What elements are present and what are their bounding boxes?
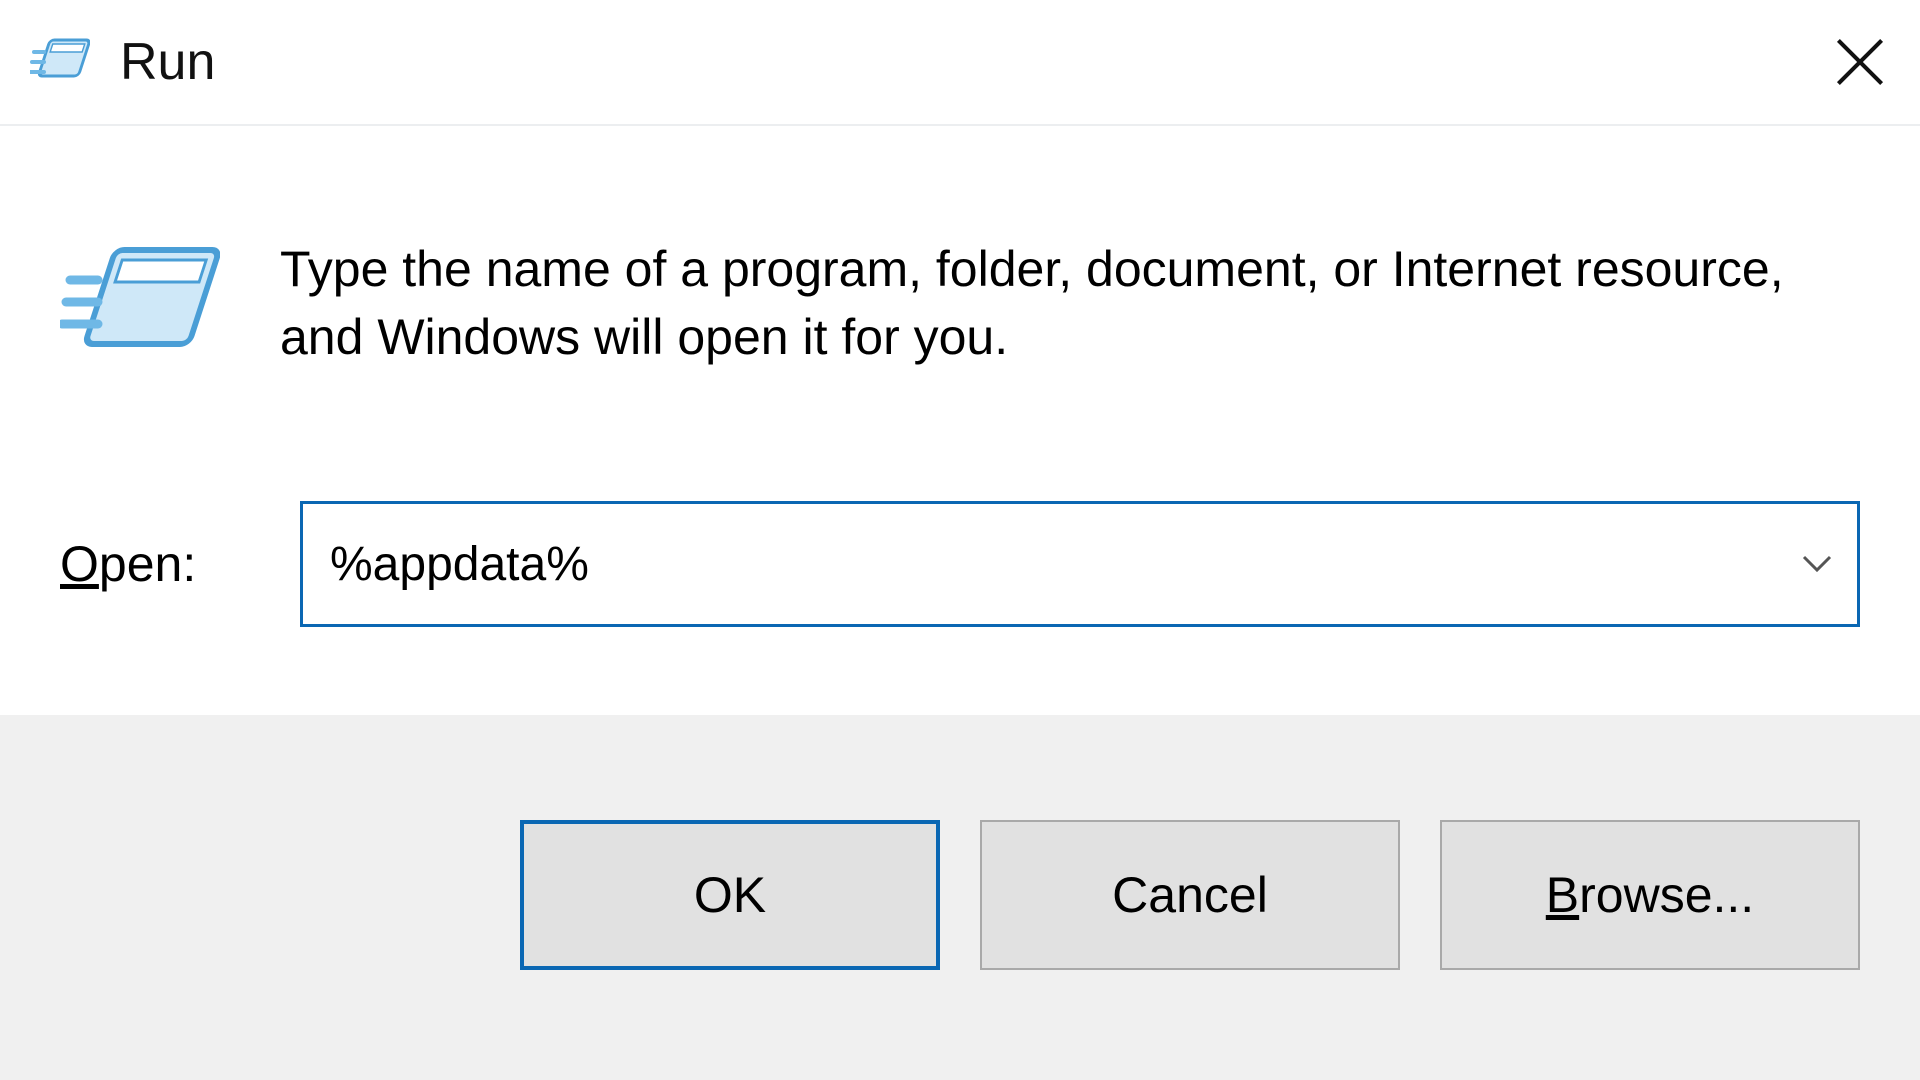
- run-icon: [60, 236, 220, 366]
- titlebar: Run: [0, 0, 1920, 126]
- dialog-footer: OK Cancel Browse...: [0, 715, 1920, 1080]
- open-label: Open:: [60, 535, 300, 593]
- description-text: Type the name of a program, folder, docu…: [280, 236, 1840, 371]
- chevron-down-icon[interactable]: [1802, 555, 1832, 573]
- dialog-body: Type the name of a program, folder, docu…: [0, 126, 1920, 715]
- dialog-title: Run: [120, 32, 1820, 92]
- browse-button[interactable]: Browse...: [1440, 820, 1860, 970]
- open-input[interactable]: [328, 536, 1802, 593]
- browse-button-label: Browse...: [1546, 866, 1754, 924]
- close-icon: [1833, 35, 1887, 89]
- open-combobox[interactable]: [300, 501, 1860, 627]
- close-button[interactable]: [1820, 22, 1900, 102]
- open-row: Open:: [60, 501, 1860, 627]
- cancel-button[interactable]: Cancel: [980, 820, 1400, 970]
- info-row: Type the name of a program, folder, docu…: [60, 236, 1860, 371]
- run-dialog: Run: [0, 0, 1920, 1080]
- cancel-button-label: Cancel: [1112, 866, 1268, 924]
- ok-button-label: OK: [694, 866, 766, 924]
- ok-button[interactable]: OK: [520, 820, 940, 970]
- run-icon: [30, 34, 90, 90]
